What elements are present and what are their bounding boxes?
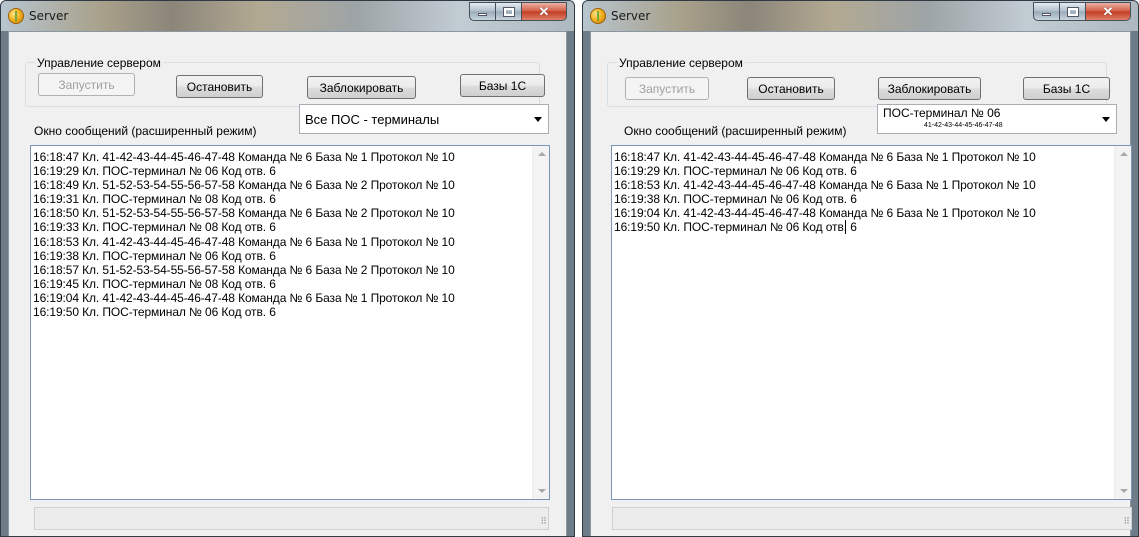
close-icon: ✕: [1102, 3, 1114, 19]
log-line: 16:18:50 Кл. 51-52-53-54-55-56-57-58 Ком…: [33, 206, 455, 221]
log-line: 16:18:49 Кл. 51-52-53-54-55-56-57-58 Ком…: [33, 178, 455, 193]
bases-1c-button[interactable]: Базы 1С: [460, 74, 545, 97]
scroll-up-icon[interactable]: [538, 152, 546, 156]
title-bar[interactable]: Server ✕: [1, 1, 574, 31]
log-line: 16:18:47 Кл. 41-42-43-44-45-46-47-48 Ком…: [614, 150, 1036, 164]
server-window-all-terminals: Server ✕ Управление сервером Запустить О…: [0, 0, 575, 537]
minimize-icon: [1042, 13, 1051, 16]
log-line: 16:19:31 Кл. ПОС-терминал № 08 Код отв. …: [33, 192, 276, 207]
log-scrollbar[interactable]: [1114, 146, 1131, 499]
messages-window-label: Окно сообщений (расширенный режим): [624, 124, 847, 138]
block-button[interactable]: Заблокировать: [878, 77, 981, 100]
log-line: 16:18:47 Кл. 41-42-43-44-45-46-47-48 Ком…: [33, 150, 455, 164]
window-title: Server: [29, 9, 69, 23]
close-icon: ✕: [538, 3, 550, 19]
messages-window-label: Окно сообщений (расширенный режим): [34, 124, 257, 138]
terminal-select-value: Все ПОС - терминалы: [305, 112, 440, 127]
log-line: 16:19:38 Кл. ПОС-терминал № 06 Код отв. …: [33, 248, 276, 263]
server-window-terminal-06: Server ✕ Управление сервером Запустить О…: [582, 0, 1139, 537]
chevron-down-icon[interactable]: [1102, 117, 1110, 122]
caption-buttons: ✕: [1033, 2, 1131, 21]
log-line: 16:18:53 Кл. 41-42-43-44-45-46-47-48 Ком…: [33, 234, 455, 249]
minimize-button[interactable]: [1033, 2, 1060, 21]
bases-1c-button[interactable]: Базы 1С: [1023, 77, 1110, 100]
stop-button[interactable]: Остановить: [176, 75, 263, 98]
status-bar: ⠿: [34, 507, 549, 530]
text-cursor: [845, 220, 846, 234]
caption-buttons: ✕: [469, 2, 567, 21]
scroll-down-icon[interactable]: [538, 489, 546, 493]
message-log-lines: 16:18:47 Кл. 41-42-43-44-45-46-47-48 Ком…: [33, 150, 531, 319]
log-line: 16:19:29 Кл. ПОС-терминал № 06 Код отв. …: [614, 164, 857, 179]
block-button[interactable]: Заблокировать: [307, 76, 416, 99]
maximize-button[interactable]: [1060, 2, 1086, 21]
log-line: 16:19:04 Кл. 41-42-43-44-45-46-47-48 Ком…: [614, 206, 1036, 221]
minimize-button[interactable]: [469, 2, 496, 21]
window-client: Управление сервером Запустить Остановить…: [8, 31, 567, 536]
log-line: 16:19:38 Кл. ПОС-терминал № 06 Код отв. …: [614, 192, 857, 207]
log-line: 16:19:50 Кл. ПОС-терминал № 06 Код отв. …: [614, 220, 857, 235]
window-title: Server: [611, 9, 651, 23]
window-client: Управление сервером Запустить Остановить…: [590, 31, 1132, 536]
resize-grip-icon[interactable]: ⠿: [540, 516, 547, 527]
title-bar[interactable]: Server ✕: [583, 1, 1138, 31]
log-line: 16:19:29 Кл. ПОС-терминал № 06 Код отв. …: [33, 164, 276, 179]
log-scrollbar[interactable]: [532, 146, 549, 499]
maximize-icon: [1066, 6, 1079, 17]
log-line: 16:19:04 Кл. 41-42-43-44-45-46-47-48 Ком…: [33, 290, 455, 305]
terminal-select[interactable]: Все ПОС - терминалы: [299, 104, 549, 134]
maximize-icon: [502, 6, 515, 17]
start-button[interactable]: Запустить: [625, 77, 709, 100]
minimize-icon: [478, 13, 487, 16]
start-button[interactable]: Запустить: [38, 73, 135, 96]
server-control-label: Управление сервером: [617, 56, 745, 70]
log-line: 16:18:53 Кл. 41-42-43-44-45-46-47-48 Ком…: [614, 178, 1036, 193]
terminal-select[interactable]: ПОС-терминал № 06 41-42-43-44-45-46-47-4…: [877, 104, 1117, 134]
message-log-lines: 16:18:47 Кл. 41-42-43-44-45-46-47-48 Ком…: [614, 150, 1113, 235]
chevron-down-icon[interactable]: [534, 117, 542, 122]
app-icon[interactable]: [590, 8, 606, 24]
scroll-down-icon[interactable]: [1120, 489, 1128, 493]
app-icon[interactable]: [8, 8, 24, 24]
status-bar: ⠿: [612, 507, 1132, 530]
maximize-button[interactable]: [496, 2, 522, 21]
message-log[interactable]: 16:18:47 Кл. 41-42-43-44-45-46-47-48 Ком…: [30, 145, 550, 500]
resize-grip-icon[interactable]: ⠿: [1123, 516, 1130, 527]
log-line: 16:19:45 Кл. ПОС-терминал № 08 Код отв. …: [33, 276, 276, 291]
close-button[interactable]: ✕: [1086, 2, 1131, 21]
log-line: 16:19:50 Кл. ПОС-терминал № 06 Код отв. …: [33, 305, 276, 320]
scroll-up-icon[interactable]: [1120, 152, 1128, 156]
log-line: 16:19:33 Кл. ПОС-терминал № 08 Код отв. …: [33, 220, 276, 235]
terminal-select-id: 41-42-43-44-45-46-47-48: [924, 122, 1003, 129]
stop-button[interactable]: Остановить: [747, 77, 835, 100]
message-log[interactable]: 16:18:47 Кл. 41-42-43-44-45-46-47-48 Ком…: [611, 145, 1132, 500]
terminal-select-value: ПОС-терминал № 06: [883, 106, 1001, 120]
log-line: 16:18:57 Кл. 51-52-53-54-55-56-57-58 Ком…: [33, 262, 455, 277]
close-button[interactable]: ✕: [522, 2, 567, 21]
server-control-label: Управление сервером: [35, 56, 163, 70]
